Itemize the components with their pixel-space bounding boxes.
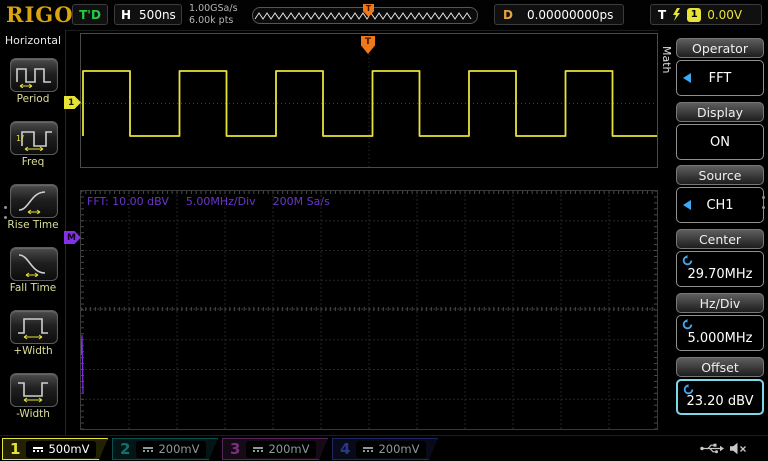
channel-4-number: 4 [340,440,350,458]
hzdiv-value: 5.000MHz [687,331,752,346]
delay-label: D [503,8,513,22]
center-button[interactable]: 29.70MHz [676,251,764,287]
channel-3-number: 3 [230,440,240,458]
channel-2-status[interactable]: 2 200mV [112,438,218,460]
channel-1-scale: 500mV [48,442,89,456]
waveform-preview-strip[interactable]: T [252,7,478,24]
menu-mode-label: Math [660,46,673,74]
offset-value: 23.20 dBV [686,394,753,409]
channel-3-status[interactable]: 3 200mV [222,438,328,460]
hzdiv-button[interactable]: 5.000MHz [676,315,764,351]
source-value: CH1 [706,198,733,213]
trigger-level-value: 0.00V [707,8,742,22]
measure-fall-time-label: Fall Time [0,282,66,294]
usb-icon [700,442,724,455]
display-button[interactable]: ON [676,124,764,160]
dc-coupling-icon [143,446,153,453]
dc-coupling-icon [363,446,373,453]
svg-text:1/: 1/ [16,134,24,143]
operator-label: Operator [676,38,764,58]
dc-coupling-icon [33,446,43,453]
oscilloscope-screen: { "colors": { "ch1": "#e8e337", "ch2": "… [0,0,768,461]
offset-button[interactable]: 23.20 dBV [676,379,764,415]
measure-period-button[interactable] [10,58,58,92]
fft-display [80,190,658,430]
measure-neg-width-label: -Width [0,408,66,420]
fft-spectrum-waveform [81,191,657,429]
channel-2-number: 2 [120,440,130,458]
triangle-left-icon [683,73,691,83]
delay-value: 0.00000000ps [527,8,613,22]
speaker-muted-icon [730,442,747,455]
measure-pos-width-button[interactable] [10,310,58,344]
delay-readout: D 0.00000000ps [494,4,624,25]
rise-time-icon [14,188,54,214]
source-button[interactable]: CH1 [676,187,764,223]
fft-sample-rate: 200M Sa/s [273,195,330,208]
rotate-knob-icon [683,384,694,395]
center-value: 29.70MHz [687,267,752,282]
measure-rise-time-label: Rise Time [0,219,66,231]
operator-button[interactable]: FFT [676,60,764,96]
trigger-label: T [658,8,666,22]
source-label: Source [676,165,764,185]
channel-3-scale: 200mV [268,442,309,456]
ch1-square-waveform [81,34,657,167]
fall-time-icon [14,251,54,277]
ch1-position-marker[interactable]: 1 [64,96,81,109]
offset-label: Offset [676,357,764,377]
rotate-knob-icon [682,319,693,330]
fft-settings-readout: FFT: 10.00 dBV 5.00MHz/Div 200M Sa/s [87,195,347,208]
minus-width-icon [14,377,54,403]
acquisition-readout: 1.00GSa/s 6.00k pts [189,3,238,27]
display-label: Display [676,102,764,122]
left-menu-title: Horizontal [0,34,66,47]
h-value: 500ns [139,8,176,22]
operator-value: FFT [709,71,732,86]
menu-page-dot [4,216,7,219]
channel-1-status[interactable]: 1 500mV [2,438,108,460]
display-value: ON [710,135,730,150]
fft-scale: FFT: 10.00 dBV [87,195,169,208]
left-measure-menu: Horizontal Period 1/ Freq Rise Time Fall… [0,30,66,435]
measure-pos-width-label: +Width [0,345,66,357]
rotate-knob-icon [682,255,693,266]
h-label: H [121,8,131,22]
math-position-marker[interactable]: M [64,231,81,244]
fft-hdiv: 5.00MHz/Div [186,195,256,208]
measure-freq-button[interactable]: 1/ [10,121,58,155]
channel-status-bar: 1 500mV 2 200mV 3 200mV 4 200mV [0,435,768,461]
trigger-source-badge: 1 [687,8,701,22]
plus-width-icon [14,314,54,340]
measure-rise-time-button[interactable] [10,184,58,218]
horizontal-scale-readout: H 500ns [114,4,182,25]
right-soft-menu: Math Operator FFT Display ON Source CH1 … [658,30,768,435]
menu-page-dot [4,206,7,209]
channel-4-scale: 200mV [378,442,419,456]
freq-icon: 1/ [14,125,54,151]
period-icon [14,62,54,88]
channel-2-scale: 200mV [158,442,199,456]
measure-fall-time-button[interactable] [10,247,58,281]
measure-neg-width-button[interactable] [10,373,58,407]
center-label: Center [676,229,764,249]
menu-page-dot [762,196,765,199]
trigger-status-badge: T'D [72,4,108,25]
dc-coupling-icon [253,446,263,453]
channel-1-number: 1 [10,440,20,458]
channel-4-status[interactable]: 4 200mV [332,438,438,460]
hzdiv-label: Hz/Div [676,293,764,313]
trigger-readout: T 1 0.00V [650,4,762,25]
memory-depth: 6.00k pts [189,15,238,27]
measure-period-label: Period [0,93,66,105]
triangle-left-icon [683,200,691,210]
menu-page-dot [762,206,765,209]
sample-rate: 1.00GSa/s [189,3,238,15]
trigger-edge-icon [672,8,681,21]
top-status-bar: RIGOL T'D H 500ns 1.00GSa/s 6.00k pts T … [0,0,768,31]
measure-freq-label: Freq [0,156,66,168]
time-domain-display [80,33,658,168]
